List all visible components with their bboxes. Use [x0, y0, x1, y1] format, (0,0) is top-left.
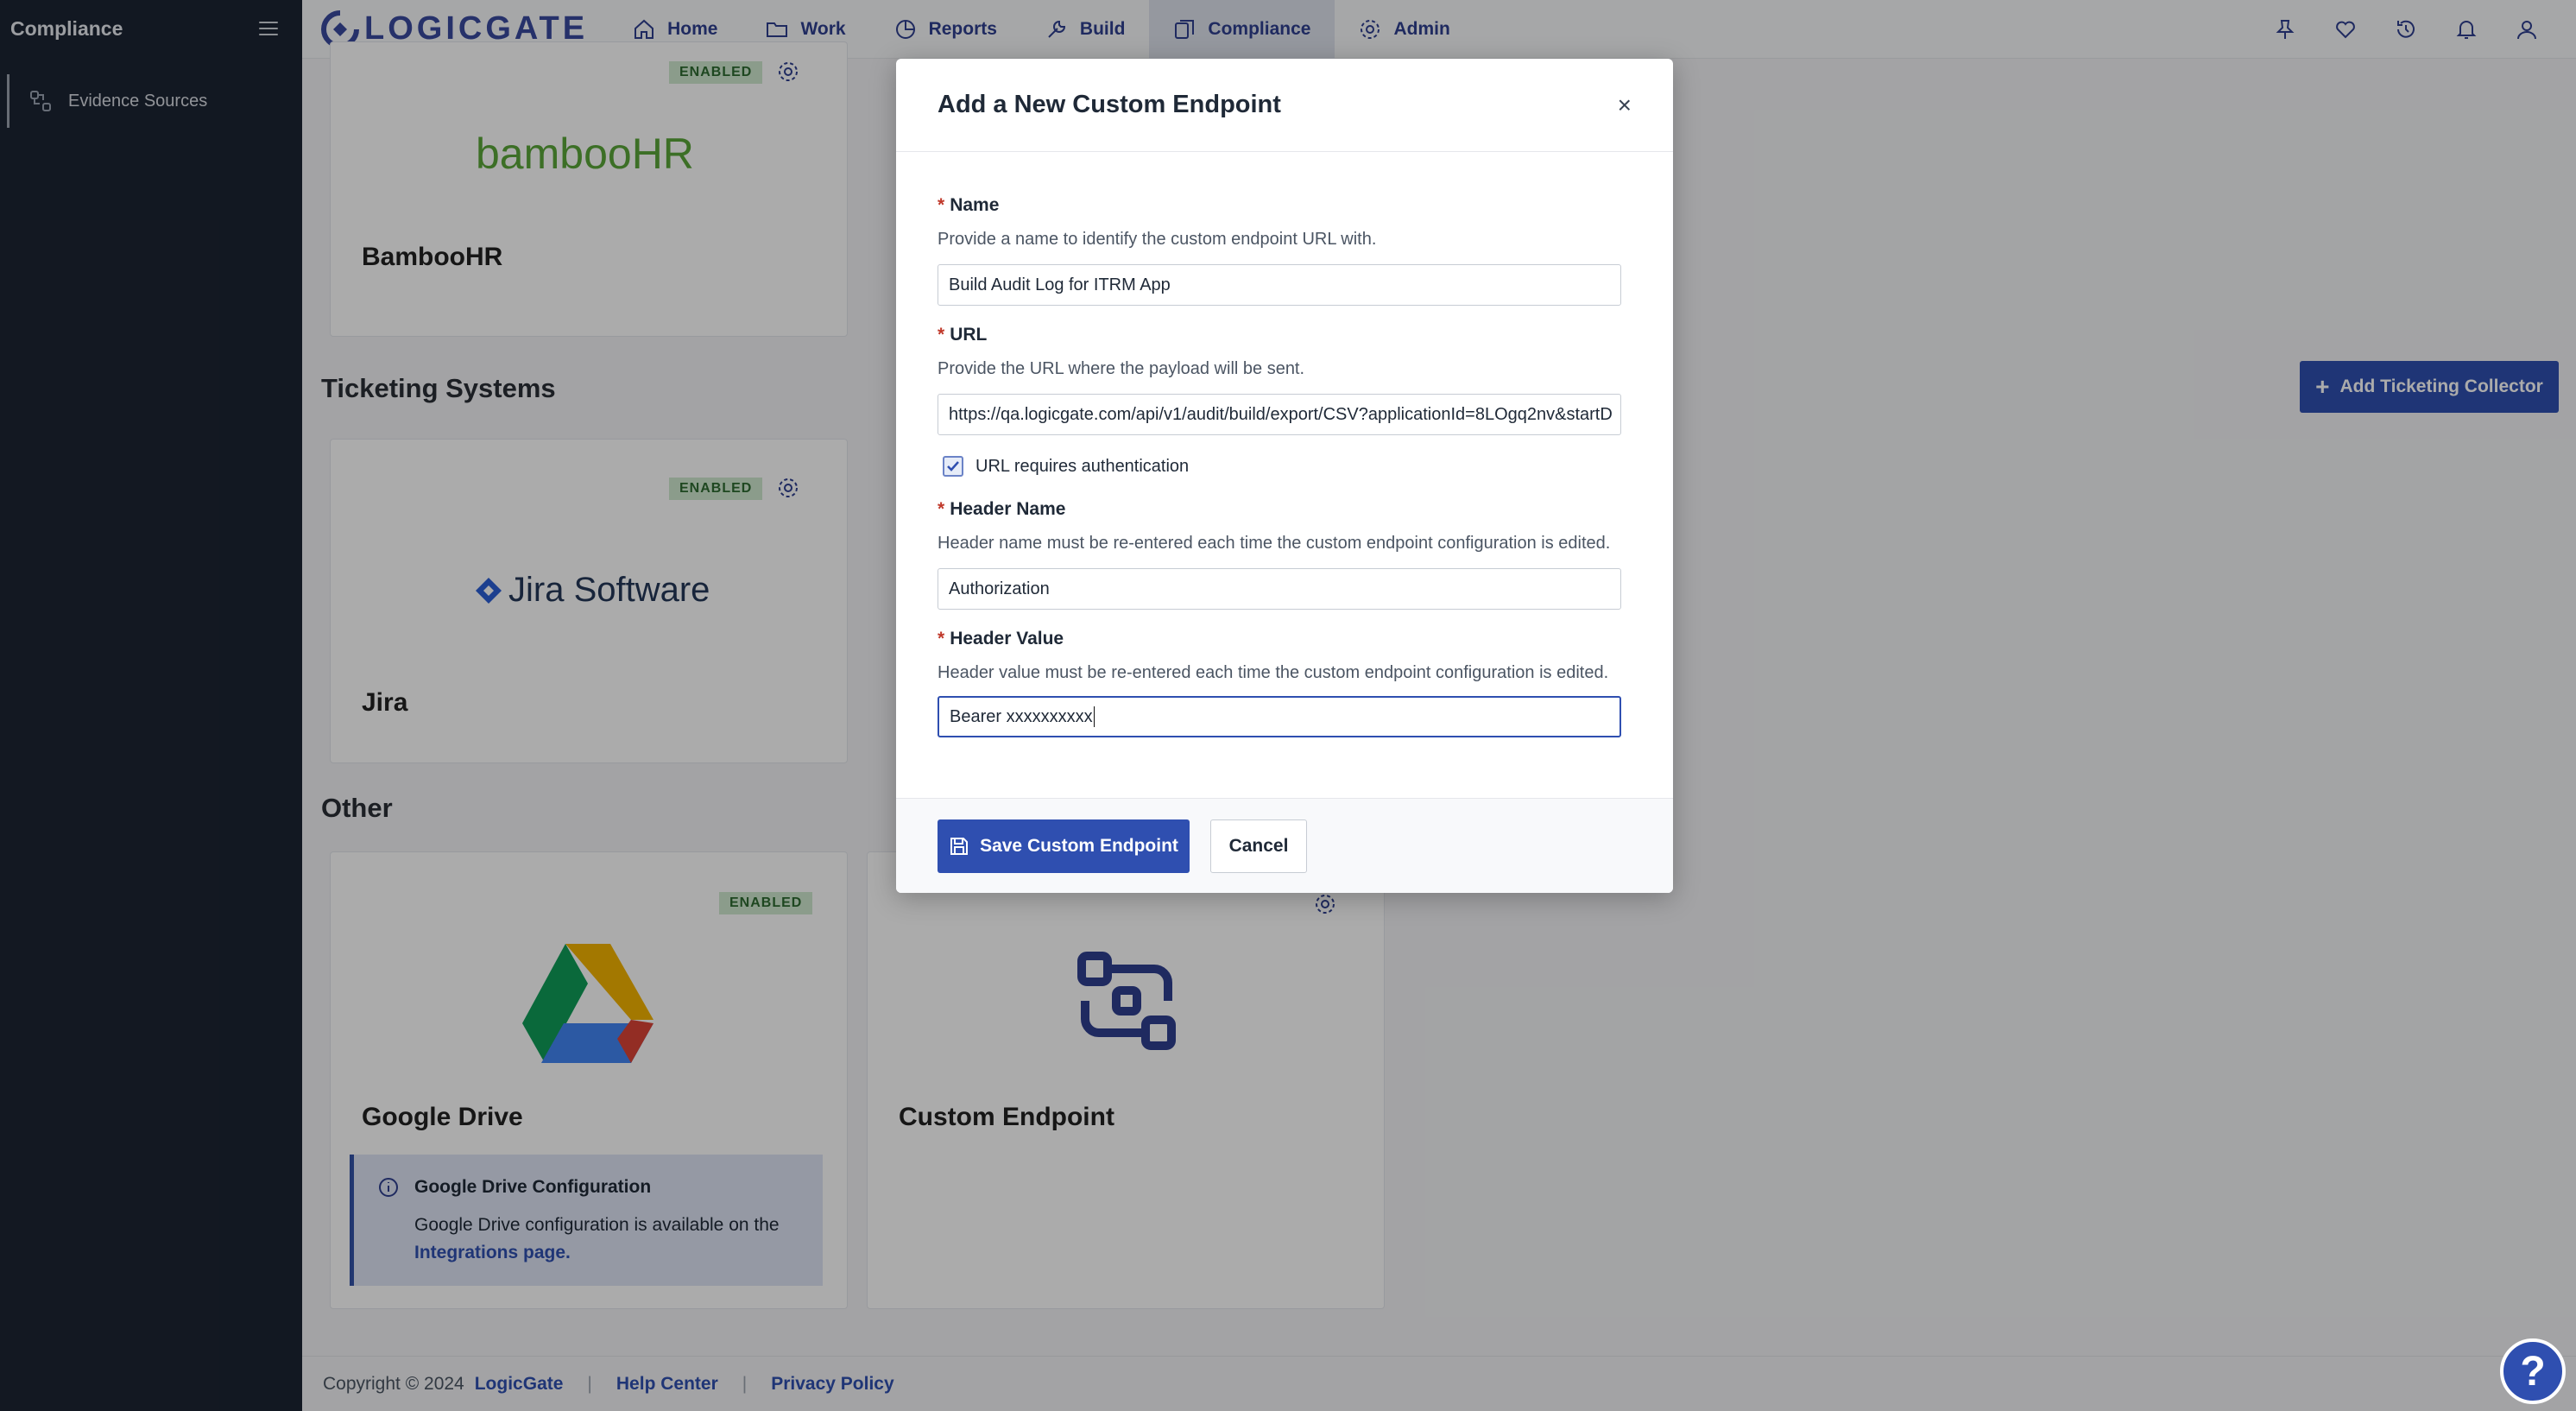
modal-header: Add a New Custom Endpoint × [896, 59, 1673, 152]
cancel-button[interactable]: Cancel [1210, 819, 1307, 873]
check-icon [947, 461, 959, 471]
header-value-label: * Header Value [938, 629, 1064, 649]
required-mark: * [938, 195, 945, 215]
header-name-input-value: Authorization [949, 579, 1050, 598]
url-input-value: https://qa.logicgate.com/api/v1/audit/bu… [949, 404, 1613, 424]
save-custom-endpoint-button[interactable]: Save Custom Endpoint [938, 819, 1190, 873]
save-button-label: Save Custom Endpoint [980, 836, 1178, 856]
modal-footer: Save Custom Endpoint Cancel [896, 798, 1673, 893]
header-name-label-text: Header Name [950, 499, 1066, 519]
name-label-text: Name [950, 195, 1000, 215]
url-label-text: URL [950, 325, 988, 345]
custom-endpoint-modal: Add a New Custom Endpoint × * Name Provid… [896, 59, 1673, 893]
name-input[interactable]: Build Audit Log for ITRM App [938, 264, 1621, 306]
url-help: Provide the URL where the payload will b… [938, 359, 1305, 378]
required-mark: * [938, 629, 945, 649]
required-mark: * [938, 325, 945, 345]
auth-checkbox-row[interactable]: URL requires authentication [943, 456, 1189, 477]
modal-title: Add a New Custom Endpoint [938, 91, 1281, 118]
header-name-input[interactable]: Authorization [938, 568, 1621, 610]
name-input-value: Build Audit Log for ITRM App [949, 275, 1171, 294]
name-label: * Name [938, 195, 999, 216]
header-name-help: Header name must be re-entered each time… [938, 534, 1611, 553]
auth-checkbox[interactable] [943, 456, 963, 477]
header-name-label: * Header Name [938, 499, 1065, 520]
help-button[interactable]: ? [2500, 1338, 2566, 1404]
header-value-help: Header value must be re-entered each tim… [938, 663, 1609, 682]
close-button[interactable]: × [1618, 92, 1632, 119]
header-value-input[interactable]: Bearer xxxxxxxxxx [938, 696, 1621, 737]
url-input[interactable]: https://qa.logicgate.com/api/v1/audit/bu… [938, 394, 1621, 435]
name-help: Provide a name to identify the custom en… [938, 230, 1377, 249]
header-value-input-value: Bearer xxxxxxxxxx [950, 706, 1093, 726]
save-icon [950, 838, 969, 855]
header-value-label-text: Header Value [950, 629, 1064, 649]
required-mark: * [938, 499, 945, 519]
text-caret [1093, 706, 1095, 727]
url-label: * URL [938, 325, 987, 345]
auth-checkbox-label: URL requires authentication [975, 456, 1190, 476]
